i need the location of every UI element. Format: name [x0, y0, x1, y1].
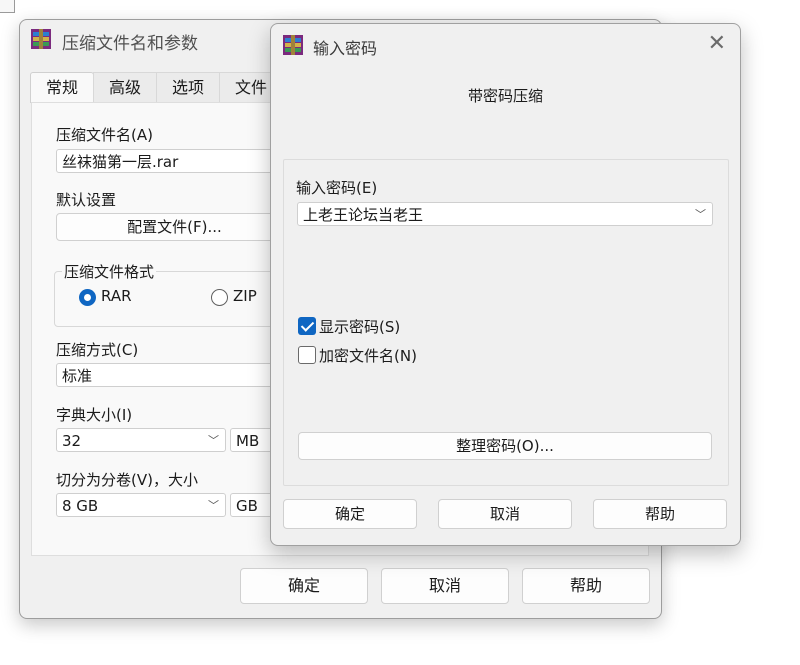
archive-name-label: 压缩文件名(A): [56, 126, 153, 144]
password-dialog-header: 带密码压缩: [467, 87, 543, 105]
rar-radio-label[interactable]: RAR: [101, 287, 132, 305]
rar-radio-icon[interactable]: [79, 289, 96, 306]
zip-radio-icon[interactable]: [211, 289, 228, 306]
close-icon[interactable]: ✕: [708, 32, 726, 56]
chevron-down-icon: ﹀: [208, 434, 219, 447]
winrar-icon: [31, 29, 51, 49]
split-size-select[interactable]: 8 GB ﹀: [56, 493, 226, 517]
tab-general[interactable]: 常规: [30, 72, 94, 103]
password-input[interactable]: 上老王论坛当老王 ﹀: [297, 202, 713, 226]
password-value: 上老王论坛当老王: [303, 206, 424, 224]
organize-passwords-button[interactable]: 整理密码(O)...: [298, 432, 712, 460]
split-volumes-label: 切分为分卷(V)，大小: [56, 471, 198, 489]
enter-password-label: 输入密码(E): [296, 179, 378, 197]
profiles-button[interactable]: 配置文件(F)...: [56, 213, 293, 241]
password-dialog: 输入密码 ✕ 带密码压缩 输入密码(E) 上老王论坛当老王 ﹀ 显示密码(S) …: [270, 23, 741, 546]
split-size-value: 8 GB: [62, 497, 99, 515]
dialog-title: 压缩文件名和参数: [62, 34, 198, 54]
dictionary-size-value: 32: [62, 432, 82, 450]
zip-radio-label[interactable]: ZIP: [233, 287, 257, 305]
compression-method-label: 压缩方式(C): [56, 341, 139, 359]
archive-format-label: 压缩文件格式: [62, 261, 157, 282]
chevron-down-icon: ﹀: [208, 499, 219, 512]
chevron-down-icon: ﹀: [695, 208, 706, 221]
password-ok-button[interactable]: 确定: [283, 499, 417, 529]
dictionary-size-select[interactable]: 32 ﹀: [56, 428, 226, 452]
help-button[interactable]: 帮助: [522, 568, 650, 604]
winrar-icon: [283, 35, 303, 55]
password-dialog-title: 输入密码: [313, 39, 378, 58]
password-cancel-button[interactable]: 取消: [438, 499, 572, 529]
dictionary-size-label: 字典大小(I): [56, 406, 133, 424]
show-password-label[interactable]: 显示密码(S): [319, 316, 400, 337]
encrypt-names-checkbox-icon[interactable]: [298, 346, 316, 364]
show-password-checkbox-icon[interactable]: [298, 317, 316, 335]
tab-options[interactable]: 选项: [156, 72, 220, 103]
encrypt-names-label[interactable]: 加密文件名(N): [319, 345, 417, 366]
password-help-button[interactable]: 帮助: [593, 499, 727, 529]
tab-advanced[interactable]: 高级: [93, 72, 157, 103]
ok-button[interactable]: 确定: [240, 568, 368, 604]
background-window-corner: [0, 0, 15, 13]
default-settings-label: 默认设置: [56, 191, 117, 209]
cancel-button[interactable]: 取消: [381, 568, 509, 604]
